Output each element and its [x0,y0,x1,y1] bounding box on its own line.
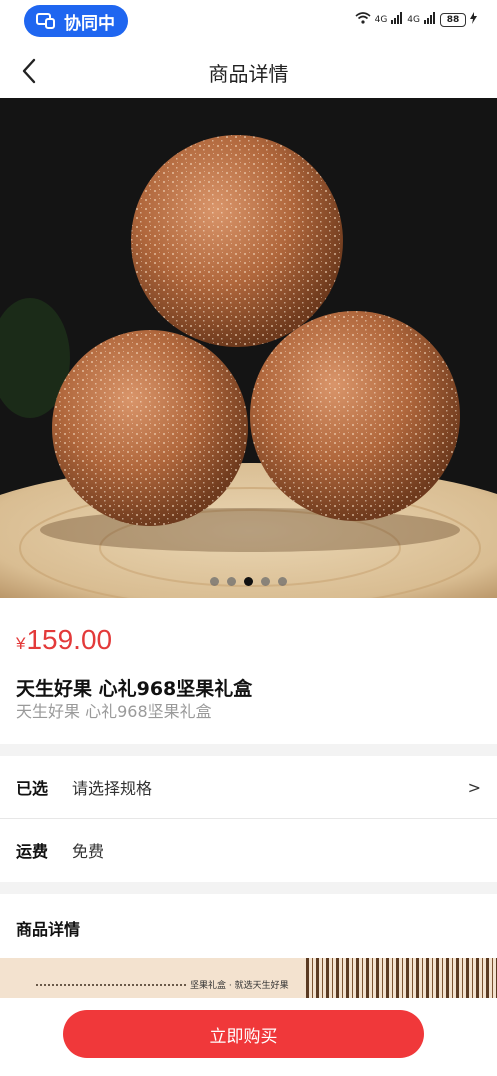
charging-icon [470,12,477,27]
product-summary: ¥159.00 天生好果 心礼968坚果礼盒 天生好果 心礼968坚果礼盒 [0,598,497,744]
chevron-right-icon: > [467,777,481,797]
section-separator [0,882,497,894]
signal-label-2: 4G [407,14,420,25]
carousel-dot[interactable] [227,577,236,586]
spec-label: 已选 [16,779,49,798]
currency-symbol: ¥ [16,634,26,653]
barcode-pattern [306,958,497,998]
decorative-dotted-line [36,984,186,986]
page-title: 商品详情 [208,62,289,86]
collaboration-label: 协同中 [64,13,115,34]
price-value: 159.00 [26,624,113,655]
status-bar: 协同中 4G 4G 88 [0,0,497,44]
multi-device-icon [36,13,56,29]
section-separator [0,744,497,756]
wifi-icon [355,12,371,27]
carousel-dot[interactable] [261,577,270,586]
product-price: ¥159.00 [16,624,112,656]
shipping-row: 运费 免费 [0,819,497,881]
product-subtitle: 天生好果 心礼968坚果礼盒 [16,702,212,721]
details-section-header: 商品详情 [0,894,497,958]
signal-bars-icon [424,12,436,27]
buy-now-button[interactable]: 立即购买 [63,1010,424,1058]
product-photo [0,98,497,598]
carousel-indicator [0,577,497,586]
carousel-dot[interactable] [244,577,253,586]
system-status: 4G 4G 88 [355,12,477,27]
carousel-dot[interactable] [210,577,219,586]
signal-bars-icon [391,12,403,27]
banner-text: 坚果礼盒 · 就选天生好果 [190,981,289,991]
product-image-carousel[interactable] [0,98,497,598]
shipping-label: 运费 [16,842,49,861]
product-name: 天生好果 心礼968坚果礼盒 [16,678,253,700]
battery-indicator: 88 [440,12,466,27]
spec-value: 请选择规格 [72,779,153,798]
navigation-bar: 商品详情 [0,44,497,98]
details-banner-image: 坚果礼盒 · 就选天生好果 [0,958,497,998]
bottom-action-bar: 立即购买 [0,998,497,1076]
carousel-dot[interactable] [278,577,287,586]
signal-label-1: 4G [374,14,388,25]
shipping-value: 免费 [72,842,105,861]
details-heading: 商品详情 [16,920,81,939]
spec-selector-row[interactable]: 已选 请选择规格 > [0,756,497,818]
collaboration-pill[interactable]: 协同中 [24,5,128,37]
